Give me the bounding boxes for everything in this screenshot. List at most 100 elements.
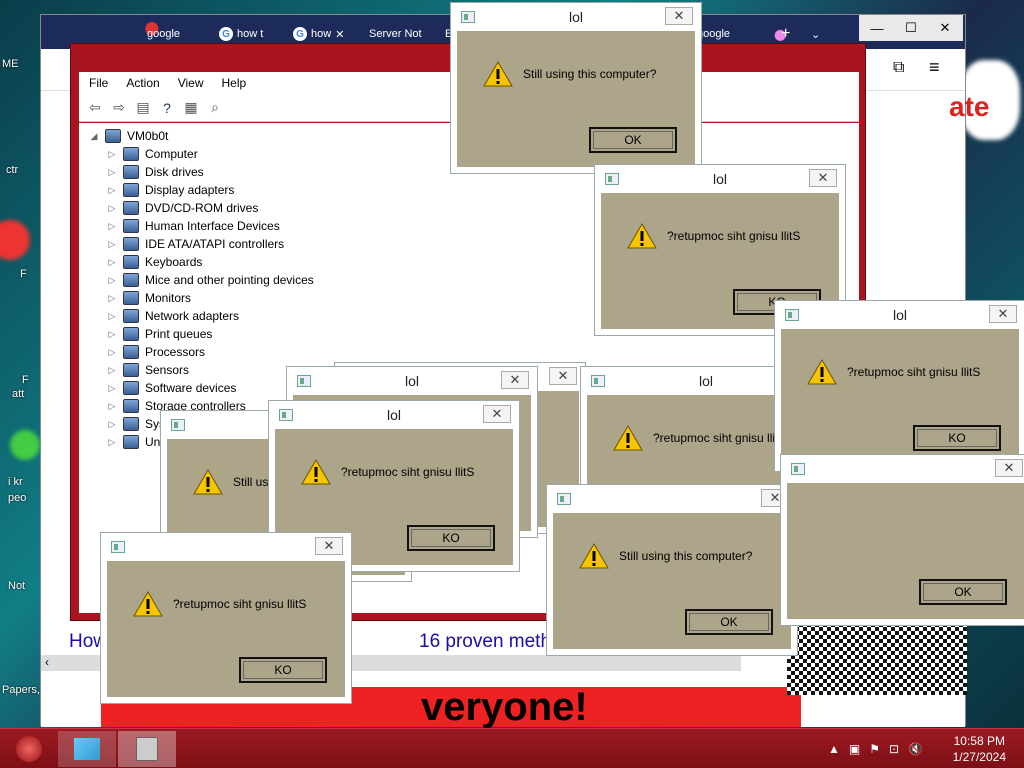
close-button[interactable]: ✕ (549, 367, 577, 385)
extensions-icon[interactable]: ⧉ (893, 59, 904, 77)
menu-view[interactable]: View (178, 76, 204, 90)
tree-item[interactable]: ▷ Sensors (107, 361, 189, 379)
collapse-icon[interactable]: ◢ (89, 131, 99, 142)
browser-tab[interactable]: Ghow ✕ (287, 23, 350, 45)
close-button[interactable]: ✕ (809, 169, 837, 187)
tree-item[interactable]: ▷ Software devices (107, 379, 236, 397)
tree-item[interactable]: ▷ Processors (107, 343, 205, 361)
dialog-titlebar[interactable]: lol ✕ (595, 165, 845, 193)
close-button[interactable]: ✕ (989, 305, 1017, 323)
tree-item[interactable]: ▷ DVD/CD-ROM drives (107, 199, 258, 217)
clock[interactable]: 10:58 PM 1/27/2024 (953, 733, 1006, 765)
close-button[interactable]: ✕ (501, 371, 529, 389)
tree-item[interactable]: ▷ Monitors (107, 289, 191, 307)
tree-item[interactable]: ▷ Computer (107, 145, 198, 163)
dialog-message: Still using this computer? (523, 67, 657, 81)
tree-item[interactable]: ▷ Display adapters (107, 181, 234, 199)
expand-icon[interactable]: ▷ (107, 365, 117, 376)
dialog-titlebar[interactable]: lol ✕ (775, 301, 1024, 329)
tree-item[interactable]: ▷ Keyboards (107, 253, 202, 271)
close-button[interactable]: ✕ (927, 15, 963, 41)
browser-tab[interactable]: Ghow t (213, 23, 269, 45)
desktop-label: att (12, 388, 25, 400)
new-tab-button[interactable]: + (775, 23, 796, 45)
flag-icon[interactable]: ⚑ (869, 742, 880, 756)
expand-icon[interactable]: ▷ (107, 419, 117, 430)
network-icon[interactable]: ▣ (849, 742, 860, 756)
menu-file[interactable]: File (89, 76, 108, 90)
close-button[interactable]: ✕ (665, 7, 693, 25)
dialog-titlebar[interactable]: lol ✕ (451, 3, 701, 31)
tab-list-chevron-icon[interactable]: ⌄ (805, 23, 826, 45)
expand-icon[interactable]: ▷ (107, 167, 117, 178)
dialog-ok-button[interactable]: OK (589, 127, 677, 153)
dialog-titlebar[interactable]: ✕ (781, 455, 1024, 483)
expand-icon[interactable]: ▷ (107, 221, 117, 232)
device-icon (123, 201, 139, 215)
dialog-titlebar[interactable]: lol ✕ (287, 367, 537, 395)
tree-root[interactable]: ◢ VM0b0t (89, 127, 168, 145)
expand-icon[interactable]: ▷ (107, 293, 117, 304)
dialog-ok-button[interactable]: KO (913, 425, 1001, 451)
maximize-button[interactable]: ☐ (893, 15, 929, 41)
dialog-ok-button[interactable]: OK (919, 579, 1007, 605)
dialog-ok-button[interactable]: OK (685, 609, 773, 635)
menu-help[interactable]: Help (222, 76, 247, 90)
expand-icon[interactable]: ▷ (107, 239, 117, 250)
tree-item[interactable]: ▷ IDE ATA/ATAPI controllers (107, 235, 284, 253)
dialog-titlebar[interactable]: lol ✕ (269, 401, 519, 429)
expand-icon[interactable]: ▷ (107, 185, 117, 196)
tree-item[interactable]: ▷ Sys (107, 415, 165, 433)
menu-icon[interactable]: ≡ (929, 57, 940, 78)
minimize-button[interactable]: — (859, 15, 895, 41)
close-icon[interactable]: ✕ (335, 28, 344, 41)
taskbar-device-manager-icon[interactable] (118, 731, 176, 767)
expand-icon[interactable]: ▷ (107, 257, 117, 268)
dialog-ok-button[interactable]: KO (407, 525, 495, 551)
browser-tab[interactable]: Server Not (363, 23, 428, 45)
tree-item[interactable]: ▷ Mice and other pointing devices (107, 271, 314, 289)
device-icon (123, 147, 139, 161)
page-side-text: ate (949, 91, 990, 122)
expand-icon[interactable]: ▷ (107, 347, 117, 358)
tree-item[interactable]: ▷ Network adapters (107, 307, 239, 325)
expand-icon[interactable]: ▷ (107, 437, 117, 448)
taskbar-app-icon[interactable] (58, 731, 116, 767)
browser-tab[interactable]: google (141, 23, 186, 45)
dialog-titlebar[interactable]: ✕ (101, 533, 351, 561)
dialog-titlebar[interactable]: ✕ (547, 485, 797, 513)
expand-icon[interactable]: ▷ (107, 311, 117, 322)
expand-icon[interactable]: ▷ (107, 383, 117, 394)
expand-icon[interactable]: ▷ (107, 149, 117, 160)
close-button[interactable]: ✕ (995, 459, 1023, 477)
forward-icon[interactable]: ⇨ (109, 98, 129, 118)
dialog-app-icon (557, 493, 571, 505)
expand-icon[interactable]: ▷ (107, 329, 117, 340)
tree-item[interactable]: ▷ Print queues (107, 325, 212, 343)
tree-root-label: VM0b0t (127, 129, 169, 143)
close-button[interactable]: ✕ (315, 537, 343, 555)
scan-icon[interactable]: ⌕ (205, 98, 225, 118)
expand-icon[interactable]: ▷ (107, 203, 117, 214)
tree-item[interactable]: ▷ Disk drives (107, 163, 204, 181)
expand-icon[interactable]: ▷ (107, 401, 117, 412)
scroll-left-icon[interactable]: ‹ (45, 655, 49, 669)
display-icon[interactable]: ⊡ (889, 742, 899, 756)
desktop-label: peo (8, 492, 27, 504)
help-icon[interactable]: ? (157, 98, 177, 118)
tray-chevron-icon[interactable]: ▲ (828, 742, 840, 756)
dialog-message: ?retupmoc siht gnisu llitS (847, 365, 981, 379)
expand-icon[interactable]: ▷ (107, 275, 117, 286)
tree-item[interactable]: ▷ Human Interface Devices (107, 217, 280, 235)
tree-item-label: Computer (145, 147, 198, 161)
menu-action[interactable]: Action (126, 76, 159, 90)
back-icon[interactable]: ⇦ (85, 98, 105, 118)
properties-icon[interactable]: ▤ (133, 98, 153, 118)
tree-item[interactable]: ▷ Un (107, 433, 160, 451)
volume-icon[interactable]: 🔇 (908, 742, 923, 756)
view-icon[interactable]: ▦ (181, 98, 201, 118)
dialog-ok-button[interactable]: KO (239, 657, 327, 683)
tree-item-label: Human Interface Devices (145, 219, 280, 233)
close-button[interactable]: ✕ (483, 405, 511, 423)
start-button[interactable] (0, 731, 58, 767)
